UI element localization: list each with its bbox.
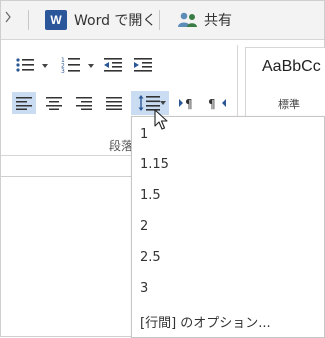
- share-button[interactable]: 共有: [177, 9, 232, 31]
- line-spacing-option[interactable]: 1.5: [140, 188, 161, 203]
- left-to-right-button[interactable]: ¶: [176, 92, 200, 114]
- share-label: 共有: [204, 13, 232, 29]
- style-name-label: 標準: [278, 98, 300, 111]
- line-spacing-option[interactable]: 1.15: [140, 157, 169, 172]
- align-right-icon: [76, 97, 92, 110]
- align-left-button[interactable]: [12, 92, 36, 114]
- numbering-button[interactable]: 1 2 3: [59, 54, 83, 76]
- document-edge-line: [1, 176, 132, 177]
- bullets-button[interactable]: [13, 54, 37, 76]
- numbered-list-icon: 1 2 3: [61, 57, 80, 74]
- word-app-icon: W: [45, 10, 67, 30]
- line-spacing-option[interactable]: 2: [140, 219, 148, 234]
- svg-text:¶: ¶: [208, 97, 216, 110]
- ltr-text-direction-icon: ¶: [179, 97, 193, 110]
- decrease-indent-icon: [104, 58, 122, 72]
- align-right-button[interactable]: [72, 92, 96, 114]
- line-spacing-dropdown-arrow-icon: [160, 101, 166, 105]
- decrease-indent-button[interactable]: [101, 54, 125, 76]
- line-spacing-option[interactable]: 1: [140, 127, 148, 142]
- open-in-word-button[interactable]: W Word で開く: [45, 9, 156, 31]
- line-spacing-menu: 1 1.15 1.5 2 2.5 3 [行間] のオプション...: [131, 116, 325, 338]
- right-to-left-button[interactable]: ¶: [205, 92, 229, 114]
- line-spacing-option[interactable]: 3: [140, 281, 148, 296]
- line-spacing-options-link[interactable]: [行間] のオプション...: [140, 312, 271, 331]
- mouse-pointer-icon: [154, 109, 168, 135]
- align-center-icon: [46, 97, 62, 110]
- line-spacing-option[interactable]: 2.5: [140, 250, 161, 265]
- justify-icon: [106, 97, 122, 110]
- people-icon: [177, 11, 199, 29]
- rtl-text-direction-icon: ¶: [208, 97, 226, 110]
- svg-text:¶: ¶: [185, 97, 193, 110]
- app-frame: W Word で開く 共有 1 2 3 ¶ ¶ 段落 AaBbCc 標準 1 1…: [0, 0, 325, 338]
- style-sample-text: AaBbCc: [262, 58, 321, 75]
- justify-button[interactable]: [102, 92, 126, 114]
- open-in-word-label: Word で開く: [74, 13, 157, 29]
- increase-indent-icon: [134, 58, 152, 72]
- paragraph-group-label: 段落: [109, 139, 134, 153]
- top-toolbar: W Word で開く 共有: [1, 1, 324, 40]
- align-left-icon: [16, 97, 32, 110]
- increase-indent-button[interactable]: [131, 54, 155, 76]
- numbering-dropdown-arrow-icon[interactable]: [88, 64, 94, 68]
- toolbar-divider: [159, 10, 160, 30]
- chevron-icon[interactable]: [5, 11, 11, 27]
- style-normal-tile[interactable]: AaBbCc 標準: [245, 47, 325, 119]
- align-center-button[interactable]: [42, 92, 66, 114]
- svg-text:3: 3: [61, 68, 65, 74]
- toolbar-divider: [28, 10, 29, 30]
- bullets-dropdown-arrow-icon[interactable]: [42, 64, 48, 68]
- bullet-list-icon: [16, 58, 34, 72]
